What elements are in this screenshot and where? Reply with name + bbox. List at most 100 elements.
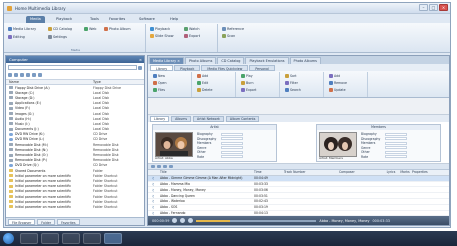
view-icon[interactable]	[32, 73, 36, 77]
column-name[interactable]: Name	[6, 80, 90, 84]
list-item[interactable]: Applications (E:) Local Disk	[6, 101, 144, 106]
up-icon[interactable]	[20, 73, 24, 77]
minimize-button[interactable]: –	[419, 4, 428, 11]
list-item[interactable]: DVD RW Drive (L:) CD Drive	[6, 137, 144, 142]
ribbon-button[interactable]: Open	[153, 81, 167, 85]
col-properties[interactable]: Properties	[412, 170, 442, 174]
tab-file-browser[interactable]: File Browser	[8, 218, 36, 225]
menu-tab-software[interactable]: Software	[135, 16, 159, 23]
ribbon-photo-album-button[interactable]: Photo Album	[104, 26, 131, 31]
ribbon-reference-button[interactable]: Reference	[222, 26, 244, 31]
music-note-icon[interactable]: ♫	[148, 188, 158, 192]
list-item[interactable]: Removable Disk (M:) Removable Disk	[6, 142, 144, 147]
music-note-icon[interactable]: ♫	[148, 194, 158, 198]
play-icon[interactable]	[163, 165, 167, 168]
music-note-icon[interactable]: ♫	[148, 199, 158, 203]
menu-tab-tools[interactable]: Tools	[86, 16, 103, 23]
list-item[interactable]: Removable Disk (N:) Removable Disk	[6, 147, 144, 152]
music-note-icon[interactable]: ♫	[148, 176, 158, 180]
list-item[interactable]: Initial parameter on more scientific Fold…	[6, 173, 144, 178]
ribbon-button[interactable]: Play	[241, 74, 253, 78]
ribbon-button[interactable]: Add	[329, 74, 340, 78]
list-item[interactable]: Initial parameter on more scientific Fold…	[6, 184, 144, 189]
taskbar-browser[interactable]	[62, 233, 80, 244]
prop-field[interactable]	[221, 132, 243, 136]
col-time[interactable]: Time	[254, 170, 284, 174]
tab-cd-catalog[interactable]: CD Catalog	[217, 57, 245, 64]
list-item[interactable]: Shared Documents Folder	[6, 168, 144, 173]
tab-playback-emulations[interactable]: Playback Emulations	[245, 57, 289, 64]
ribbon-playback-button[interactable]: Playback	[150, 26, 170, 31]
prop-field[interactable]	[385, 141, 407, 145]
taskbar-player[interactable]	[104, 233, 122, 244]
list-item[interactable]: Initial parameter on more scientific Fold…	[6, 178, 144, 183]
list-item[interactable]: DVD Drive (Q:) CD Drive	[6, 163, 144, 168]
col-composer[interactable]: Composer	[339, 170, 384, 174]
ribbon-settings-button[interactable]: Settings	[48, 34, 67, 39]
list-item[interactable]: Initial parameter on more scientific Fold…	[6, 189, 144, 194]
menu-tab-help[interactable]: Help	[166, 16, 182, 23]
ribbon-slideshow-button[interactable]: Slide Show	[150, 33, 174, 38]
remove-icon[interactable]	[157, 165, 161, 168]
menu-tab-favorites[interactable]: Favorites	[105, 16, 129, 23]
artist-photo[interactable]	[155, 132, 193, 157]
ribbon-button[interactable]: Sort	[285, 74, 297, 78]
list-item[interactable]: Initial parameter on more scientific Fold…	[6, 204, 144, 209]
ribbon-button[interactable]: Add	[197, 74, 208, 78]
list-item[interactable]: Storage (C:) Local Disk	[6, 90, 144, 95]
prop-field[interactable]	[221, 155, 243, 159]
prop-field[interactable]	[385, 155, 407, 159]
prop-field[interactable]	[221, 150, 243, 154]
ribbon-cd-catalog-button[interactable]: CD Catalog	[48, 26, 72, 31]
members-photo[interactable]	[319, 132, 357, 157]
list-item[interactable]: Storage (D:) Local Disk	[6, 95, 144, 100]
prop-field[interactable]	[221, 146, 243, 150]
ribbon-button[interactable]: Edit	[197, 81, 208, 85]
ribbon-button[interactable]: Remove	[329, 81, 347, 85]
next-icon[interactable]	[188, 218, 194, 223]
list-item[interactable]: Video (F:) Local Disk	[6, 106, 144, 111]
progress-bar[interactable]	[196, 219, 317, 222]
list-item[interactable]: Removable Disk (O:) Removable Disk	[6, 152, 144, 157]
prop-field[interactable]	[385, 132, 407, 136]
ribbon-button[interactable]: Search	[285, 88, 301, 92]
close-button[interactable]: ×	[439, 4, 448, 11]
col-track-number[interactable]: Track Number	[284, 170, 339, 174]
ribbon-export-button[interactable]: Export	[184, 33, 200, 38]
ribbon-button[interactable]: Export	[241, 88, 256, 92]
tab-favorites[interactable]: Favorites	[57, 218, 80, 225]
col-title[interactable]: Title	[158, 170, 254, 174]
col-marks[interactable]: Marks	[398, 170, 412, 174]
refresh-icon[interactable]	[26, 73, 30, 77]
prop-field[interactable]	[385, 150, 407, 154]
tab-media-library[interactable]: Media Library ×	[149, 57, 184, 64]
taskbar-explorer[interactable]	[20, 233, 38, 244]
menu-tab-playback[interactable]: Playback	[52, 16, 76, 23]
ribbon-web-button[interactable]: Web	[84, 26, 96, 31]
list-item[interactable]: Documents (J:) Local Disk	[6, 127, 144, 132]
ribbon-button[interactable]: Files	[153, 88, 165, 92]
col-lyrics[interactable]: Lyrics	[384, 170, 398, 174]
start-button[interactable]	[3, 233, 14, 244]
ribbon-button[interactable]: Update	[329, 88, 346, 92]
list-item[interactable]: Removable Disk (P:) Removable Disk	[6, 158, 144, 163]
ribbon-scan-button[interactable]: Scan	[222, 33, 235, 38]
list-item[interactable]: Audio (H:) Local Disk	[6, 116, 144, 121]
list-item[interactable]: Floppy Disk Drive (A:) Floppy Disk Drive	[6, 85, 144, 90]
prev-icon[interactable]	[172, 218, 178, 223]
taskbar-mail[interactable]	[83, 233, 101, 244]
list-item[interactable]: Initial parameter on more scientific Fold…	[6, 199, 144, 204]
tab-folder[interactable]: Folder	[37, 218, 56, 225]
panel-close-button[interactable]: ×	[139, 56, 142, 63]
music-note-icon[interactable]: ♫	[148, 211, 158, 215]
forward-icon[interactable]	[14, 73, 18, 77]
ribbon-media-library-button[interactable]: Media Library	[8, 26, 36, 31]
ribbon-button[interactable]: Burn	[241, 81, 253, 85]
ribbon-button[interactable]: New	[153, 74, 165, 78]
play-pause-icon[interactable]	[180, 218, 186, 223]
ribbon-button[interactable]: Delete	[197, 88, 212, 92]
go-icon[interactable]	[138, 65, 142, 70]
tab-photo-albums-2[interactable]: Photo Albums	[289, 57, 321, 64]
prop-field[interactable]	[221, 141, 243, 145]
properties-icon[interactable]	[169, 165, 173, 168]
